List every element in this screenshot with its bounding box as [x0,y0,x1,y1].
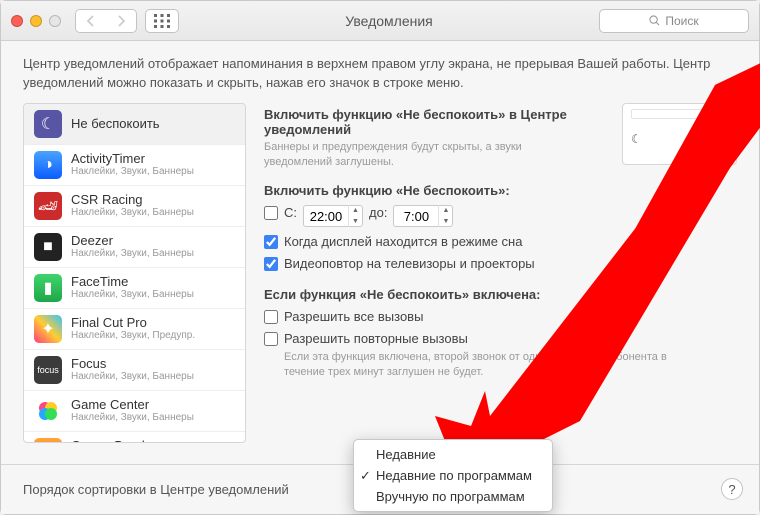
window-title: Уведомления [179,13,599,29]
menu-icon: ≡ [720,110,724,117]
when-dnd-heading: Если функция «Не беспокоить» включена: [264,287,737,302]
nav-segment [75,9,137,33]
minimize-window-button[interactable] [30,15,42,27]
dnd-toggle-preview [698,131,728,148]
sort-order-popup: Недавние Недавние по программам Вручную … [353,439,553,512]
sidebar-item-sub: Наклейки, Звуки, Баннеры [71,412,194,424]
sort-option-recent-by-app[interactable]: Недавние по программам [354,465,552,486]
search-icon [649,15,660,26]
notification-center-preview: 🔍≡ ☾ [622,103,737,165]
sidebar-item-label: CSR Racing [71,192,194,208]
time-stepper[interactable]: ▲▼ [348,205,362,227]
forward-button[interactable] [106,10,136,32]
sort-order-label: Порядок сортировки в Центре уведомлений [23,482,289,497]
time-from-input[interactable] [304,210,348,224]
settings-panel: 🔍≡ ☾ Включить функцию «Не беспокоить» в … [246,103,737,443]
time-stepper[interactable]: ▲▼ [438,205,452,227]
app-icon: ✦ [34,315,62,343]
sidebar-item[interactable]: ◑ ActivityTimerНаклейки, Звуки, Баннеры [24,145,245,186]
app-icon: 🏎 [34,192,62,220]
sidebar-item-label: Game Center [71,397,194,413]
close-window-button[interactable] [11,15,23,27]
repeated-calls-label: Разрешить повторные вызовы [284,331,468,346]
app-icon: ◑ [34,151,62,179]
preview-searchbar: 🔍≡ [631,109,728,119]
repeated-calls-note: Если эта функция включена, второй звонок… [284,350,704,380]
sidebar-item[interactable]: 🎸 GarageBandНаклейки, Звуки, Баннеры [24,432,245,443]
app-icon: focus [34,356,62,384]
search-field[interactable]: Поиск [599,9,749,33]
time-from-field[interactable]: ▲▼ [303,205,363,227]
sidebar-item-label: ActivityTimer [71,151,194,167]
enable-dnd-subtext: Баннеры и предупреждения будут скрыты, а… [264,140,574,170]
sidebar-item-label: Deezer [71,233,194,249]
sidebar-item-label: Focus [71,356,194,372]
sort-option-manual-by-app[interactable]: Вручную по программам [354,486,552,507]
display-sleep-label: Когда дисплей находится в режиме сна [284,234,522,249]
traffic-lights [11,15,61,27]
enable-dnd-heading: Включить функцию «Не беспокоить» в Центр… [264,107,574,137]
schedule-heading: Включить функцию «Не беспокоить»: [264,183,737,198]
display-sleep-row[interactable]: Когда дисплей находится в режиме сна [264,234,737,249]
app-icon [34,397,62,425]
search-placeholder: Поиск [665,14,698,28]
sidebar-item[interactable]: focus FocusНаклейки, Звуки, Баннеры [24,350,245,391]
back-button[interactable] [76,10,106,32]
sidebar-item-sub: Наклейки, Звуки, Баннеры [71,289,194,301]
app-icon: 🎸 [34,438,62,443]
titlebar: Уведомления Поиск [1,1,759,41]
show-all-button[interactable] [145,9,179,33]
time-to-field[interactable]: ▲▼ [393,205,453,227]
mirroring-row[interactable]: Видеоповтор на телевизоры и проекторы [264,256,737,271]
sidebar-item-dnd[interactable]: ☾ Не беспокоить [24,104,245,145]
sort-option-recent[interactable]: Недавние [354,444,552,465]
sidebar-item-sub: Наклейки, Звуки, Баннеры [71,166,194,178]
grid-icon [154,14,170,28]
display-sleep-checkbox[interactable] [264,235,278,249]
allow-all-calls-row[interactable]: Разрешить все вызовы [264,309,737,324]
sidebar-item[interactable]: 🏎 CSR RacingНаклейки, Звуки, Баннеры [24,186,245,227]
help-button[interactable]: ? [721,478,743,500]
time-range-checkbox[interactable] [264,206,278,220]
allow-all-calls-label: Разрешить все вызовы [284,309,423,324]
sidebar-item[interactable]: ✦ Final Cut ProНаклейки, Звуки, Предупр. [24,309,245,350]
sidebar-item-sub: Наклейки, Звуки, Баннеры [71,371,194,383]
zoom-window-button [49,15,61,27]
sidebar-item[interactable]: ■ DeezerНаклейки, Звуки, Баннеры [24,227,245,268]
preferences-window: Уведомления Поиск Центр уведомлений отоб… [0,0,760,515]
repeated-calls-checkbox[interactable] [264,332,278,346]
time-to-label: до: [369,205,387,220]
repeated-calls-row[interactable]: Разрешить повторные вызовы [264,331,737,346]
description-text: Центр уведомлений отображает напоминания… [1,41,759,103]
app-list[interactable]: ☾ Не беспокоить ◑ ActivityTimerНаклейки,… [23,103,246,443]
sidebar-item-sub: Наклейки, Звуки, Баннеры [71,248,194,260]
time-from-label: С: [284,205,297,220]
mirroring-label: Видеоповтор на телевизоры и проекторы [284,256,535,271]
sidebar-item[interactable]: Game CenterНаклейки, Звуки, Баннеры [24,391,245,432]
mirroring-checkbox[interactable] [264,257,278,271]
sidebar-item-label: Не беспокоить [71,116,160,132]
moon-icon: ☾ [34,110,62,138]
sidebar-item-sub: Наклейки, Звуки, Предупр. [71,330,195,342]
search-icon: 🔍 [708,110,717,118]
app-icon: ▮ [34,274,62,302]
moon-icon: ☾ [631,132,642,146]
sidebar-item-label: FaceTime [71,274,194,290]
sidebar-item[interactable]: ▮ FaceTimeНаклейки, Звуки, Баннеры [24,268,245,309]
time-range-row: С: ▲▼ до: ▲▼ [264,205,737,227]
allow-all-calls-checkbox[interactable] [264,310,278,324]
time-to-input[interactable] [394,210,438,224]
content-area: ☾ Не беспокоить ◑ ActivityTimerНаклейки,… [1,103,759,443]
app-icon: ■ [34,233,62,261]
sidebar-item-label: GarageBand [71,438,194,443]
sidebar-item-sub: Наклейки, Звуки, Баннеры [71,207,194,219]
sidebar-item-label: Final Cut Pro [71,315,195,331]
